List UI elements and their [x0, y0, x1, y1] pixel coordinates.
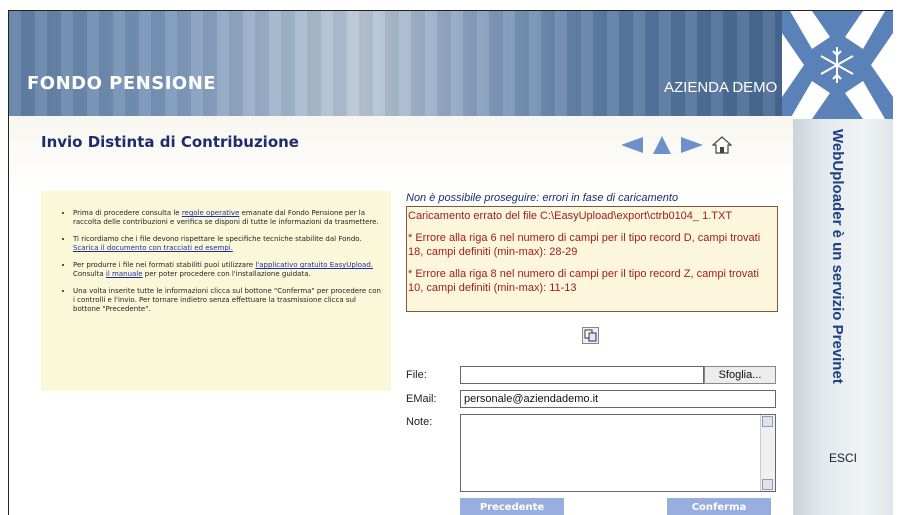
info-item: Per produrre i file nei formati stabilit…	[73, 261, 381, 279]
info-item: Una volta inserite tutte le informazioni…	[73, 287, 381, 314]
scroll-up-icon[interactable]	[762, 416, 773, 427]
arrow-up-icon[interactable]	[651, 135, 673, 155]
brand-title: FONDO PENSIONE	[27, 73, 217, 94]
file-label: File:	[406, 369, 427, 381]
error-line: * Errore alla riga 6 nel numero di campi…	[408, 232, 761, 258]
home-icon[interactable]	[712, 135, 732, 155]
app-window: FONDO PENSIONE AZIENDA DEMO WebUploader …	[8, 10, 893, 515]
info-item: Ti ricordiamo che i file devono rispetta…	[73, 235, 381, 253]
arrow-right-icon[interactable]	[679, 135, 705, 155]
header-banner: FONDO PENSIONE AZIENDA DEMO	[9, 11, 893, 116]
info-panel: Prima di procedere consulta le regole op…	[41, 191, 391, 391]
file-field[interactable]	[460, 366, 704, 384]
email-field[interactable]	[460, 390, 776, 408]
regole-operative-link[interactable]: regole operative	[182, 209, 240, 217]
confirm-button[interactable]: Conferma	[667, 498, 771, 515]
snowflake-logo	[782, 11, 893, 119]
page-title: Invio Distinta di Contribuzione	[41, 133, 299, 151]
scroll-down-icon[interactable]	[762, 479, 773, 490]
browse-button[interactable]: Sfoglia...	[704, 366, 776, 384]
arrow-left-icon[interactable]	[619, 135, 645, 155]
exit-link[interactable]: ESCI	[829, 451, 857, 465]
copy-icon[interactable]	[582, 327, 599, 344]
error-title: Non è possibile proseguire: errori in fa…	[406, 192, 679, 204]
error-box: Caricamento errato del file C:\EasyUploa…	[406, 206, 778, 312]
note-textarea[interactable]	[460, 414, 776, 492]
download-specs-link[interactable]: Scarica il documento con tracciati ed es…	[73, 244, 233, 252]
error-line: * Errore alla riga 8 nel numero di campi…	[408, 268, 759, 294]
note-scrollbar[interactable]	[760, 415, 775, 491]
info-item: Prima di procedere consulta le regole op…	[73, 209, 381, 227]
company-name: AZIENDA DEMO	[664, 79, 778, 96]
note-label: Note:	[406, 416, 433, 428]
manual-link[interactable]: il manuale	[106, 270, 143, 278]
sidebar-vertical-text: WebUploader è un servizio Previnet	[829, 129, 846, 384]
back-button[interactable]: Precedente	[460, 498, 564, 515]
email-label: EMail:	[406, 393, 437, 405]
error-line: Caricamento errato del file C:\EasyUploa…	[408, 210, 733, 222]
easyupload-link[interactable]: l'applicativo gratuito EasyUpload.	[255, 261, 373, 269]
